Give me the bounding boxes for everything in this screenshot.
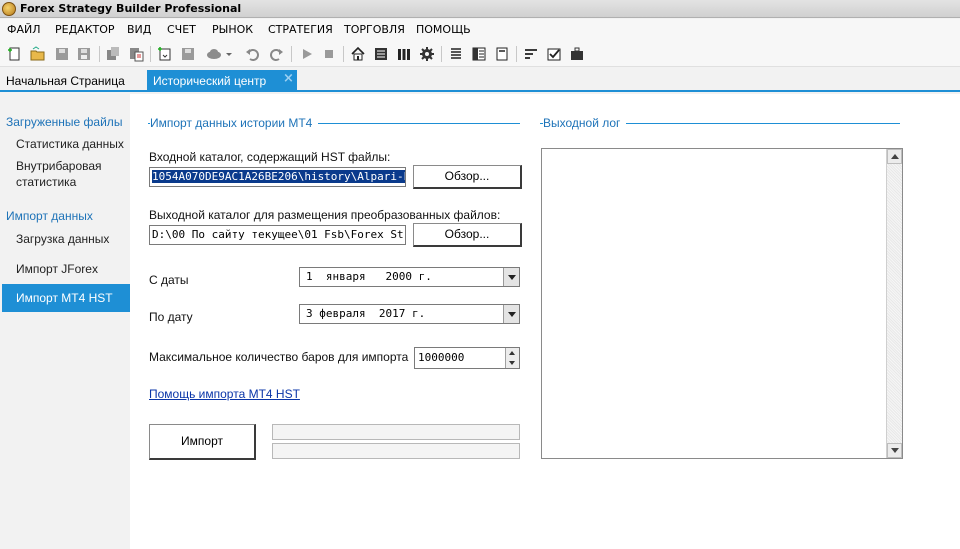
undo-icon[interactable] [245, 46, 261, 62]
import-button[interactable]: Импорт [149, 424, 256, 460]
chevron-down-icon[interactable] [503, 305, 519, 323]
input-dir-field[interactable]: 1054A070DE9AC1A26BE206\history\Alpari-EC… [149, 167, 406, 187]
chevron-down-icon[interactable] [503, 268, 519, 286]
document-icon[interactable] [494, 46, 510, 62]
play-icon[interactable] [299, 46, 315, 62]
menu-bar: ФАЙЛ РЕДАКТОР ВИД СЧЕТ РЫНОК СТРАТЕГИЯ Т… [0, 19, 960, 41]
log-section-title: Выходной лог [543, 116, 627, 130]
output-dir-label: Выходной каталог для размещения преобраз… [149, 208, 501, 222]
tab-start-page[interactable]: Начальная Страница [0, 70, 131, 92]
list-icon[interactable] [448, 46, 464, 62]
open-icon[interactable] [30, 46, 46, 62]
document-tab-bar: Начальная Страница Исторический центр × [0, 68, 960, 92]
cloud-icon[interactable] [206, 46, 222, 62]
mt4-help-link[interactable]: Помощь импорта MT4 HST [149, 387, 300, 401]
sidebar-item-data-statistics[interactable]: Статистика данных [16, 136, 124, 152]
max-bars-stepper[interactable]: 1000000 [414, 347, 520, 369]
browse-output-button[interactable]: Обзор... [413, 223, 522, 247]
chevron-down-icon[interactable] [224, 46, 234, 62]
menu-file[interactable]: ФАЙЛ [7, 23, 41, 37]
menu-view[interactable]: ВИД [127, 23, 151, 37]
close-icon[interactable]: × [283, 72, 294, 85]
sidebar-group-loaded-files[interactable]: Загруженные файлы [6, 114, 122, 130]
log-scrollbar[interactable] [886, 149, 902, 458]
from-date-value: 1 января 2000 г. [306, 270, 432, 283]
scroll-down-icon[interactable] [887, 443, 902, 458]
save-icon[interactable] [54, 46, 70, 62]
menu-strategy[interactable]: СТРАТЕГИЯ [268, 23, 333, 37]
import-progress-bar [272, 424, 520, 440]
toolbar-separator [516, 46, 517, 62]
toolbar-separator [150, 46, 151, 62]
database-icon[interactable] [373, 46, 389, 62]
input-dir-label: Входной каталог, содержащий HST файлы: [149, 150, 391, 164]
tab-history-center[interactable]: Исторический центр [147, 70, 297, 92]
to-date-value: 3 февраля 2017 г. [306, 307, 426, 320]
app-logo-icon [2, 2, 16, 16]
toolbar-separator [343, 46, 344, 62]
stepper-down-icon[interactable] [509, 361, 515, 365]
stepper-up-icon[interactable] [509, 351, 515, 355]
toolbar-separator [99, 46, 100, 62]
briefcase-icon[interactable] [569, 46, 585, 62]
home-icon[interactable] [350, 46, 366, 62]
sidebar: Загруженные файлы Статистика данных Внут… [0, 94, 130, 549]
browse-input-button[interactable]: Обзор... [413, 165, 522, 189]
toolbar-separator [291, 46, 292, 62]
from-date-label: С даты [149, 273, 189, 287]
input-dir-value: 1054A070DE9AC1A26BE206\history\Alpari-EC… [152, 170, 405, 183]
max-bars-label: Максимальное количество баров для импорт… [149, 350, 409, 364]
from-date-picker[interactable]: 1 января 2000 г. [299, 267, 520, 287]
menu-help[interactable]: ПОМОЩЬ [416, 23, 471, 37]
import-icon[interactable] [157, 46, 173, 62]
tab-history-center-label: Исторический центр [153, 74, 267, 88]
output-log-textarea[interactable] [541, 148, 903, 459]
sidebar-item-intrabar-statistics[interactable]: Внутрибаровая статистика [16, 158, 128, 190]
new-strategy-icon[interactable] [7, 46, 23, 62]
to-date-label: По дату [149, 310, 193, 324]
max-bars-value: 1000000 [418, 351, 465, 364]
sidebar-item-jforex-import[interactable]: Импорт JForex [16, 261, 98, 277]
sidebar-group-data-import[interactable]: Импорт данных [6, 208, 93, 224]
import-status-bar [272, 443, 520, 459]
title-bar: Forex Strategy Builder Professional [0, 0, 960, 18]
stepper-buttons[interactable] [505, 348, 519, 368]
main-panel: Импорт данных истории МТ4 Входной катало… [130, 94, 960, 549]
save-as-icon[interactable] [76, 46, 92, 62]
copy-icon[interactable] [105, 46, 121, 62]
menu-editor[interactable]: РЕДАКТОР [55, 23, 115, 37]
paste-icon[interactable] [128, 46, 144, 62]
sort-icon[interactable] [523, 46, 539, 62]
menu-trading[interactable]: ТОРГОВЛЯ [344, 23, 405, 37]
settings-icon[interactable] [419, 46, 435, 62]
output-dir-field[interactable]: D:\00 По сайту текущее\01 Fsb\Forex Stra… [149, 225, 406, 245]
import-section-title: Импорт данных истории МТ4 [150, 116, 319, 130]
window-title: Forex Strategy Builder Professional [20, 2, 242, 15]
sidebar-item-data-download[interactable]: Загрузка данных [16, 231, 109, 247]
toolbar [0, 41, 960, 67]
sidebar-item-mt4-import[interactable]: Импорт MT4 HST [2, 284, 130, 312]
bars-icon[interactable] [396, 46, 412, 62]
redo-icon[interactable] [268, 46, 284, 62]
toolbar-separator [441, 46, 442, 62]
menu-account[interactable]: СЧЕТ [167, 23, 196, 37]
menu-market[interactable]: РЫНОК [212, 23, 253, 37]
stop-icon[interactable] [321, 46, 337, 62]
export-icon[interactable] [180, 46, 196, 62]
scroll-up-icon[interactable] [887, 149, 902, 164]
checklist-icon[interactable] [546, 46, 562, 62]
report-icon[interactable] [471, 46, 487, 62]
to-date-picker[interactable]: 3 февраля 2017 г. [299, 304, 520, 324]
